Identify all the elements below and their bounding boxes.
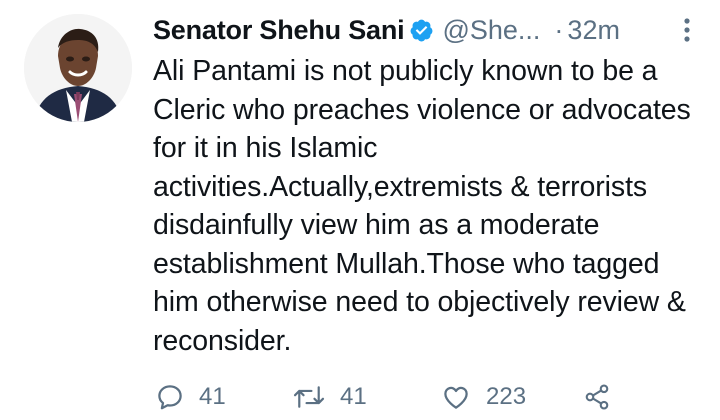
more-vertical-icon[interactable] [674,17,700,43]
retweet-icon [293,386,325,408]
avatar-image [24,14,132,122]
retweet-count: 41 [340,383,367,410]
tweet-text: Ali Pantami is not publicly known to be … [153,55,691,357]
tweet-actions: 41 41 223 [0,377,720,417]
reply-button[interactable]: 41 [155,377,226,417]
reply-icon [158,385,182,410]
separator-dot: · [554,14,564,45]
tweet-timestamp[interactable]: 32m [567,15,620,46]
user-handle[interactable]: @She... [442,15,540,46]
share-button[interactable] [583,377,611,417]
share-icon [585,384,609,410]
avatar[interactable] [24,14,132,122]
like-count: 223 [486,383,527,410]
tweet-card[interactable]: Senator Shehu Sani @She... · 32m Ali Pan… [0,0,720,420]
verified-badge-icon [411,19,433,41]
display-name[interactable]: Senator Shehu Sani [153,15,405,46]
retweet-button[interactable]: 41 [292,377,367,417]
reply-count: 41 [199,383,226,410]
heart-icon [444,386,468,409]
like-button[interactable]: 223 [440,377,526,417]
tweet-header: Senator Shehu Sani @She... · 32m [153,10,700,50]
